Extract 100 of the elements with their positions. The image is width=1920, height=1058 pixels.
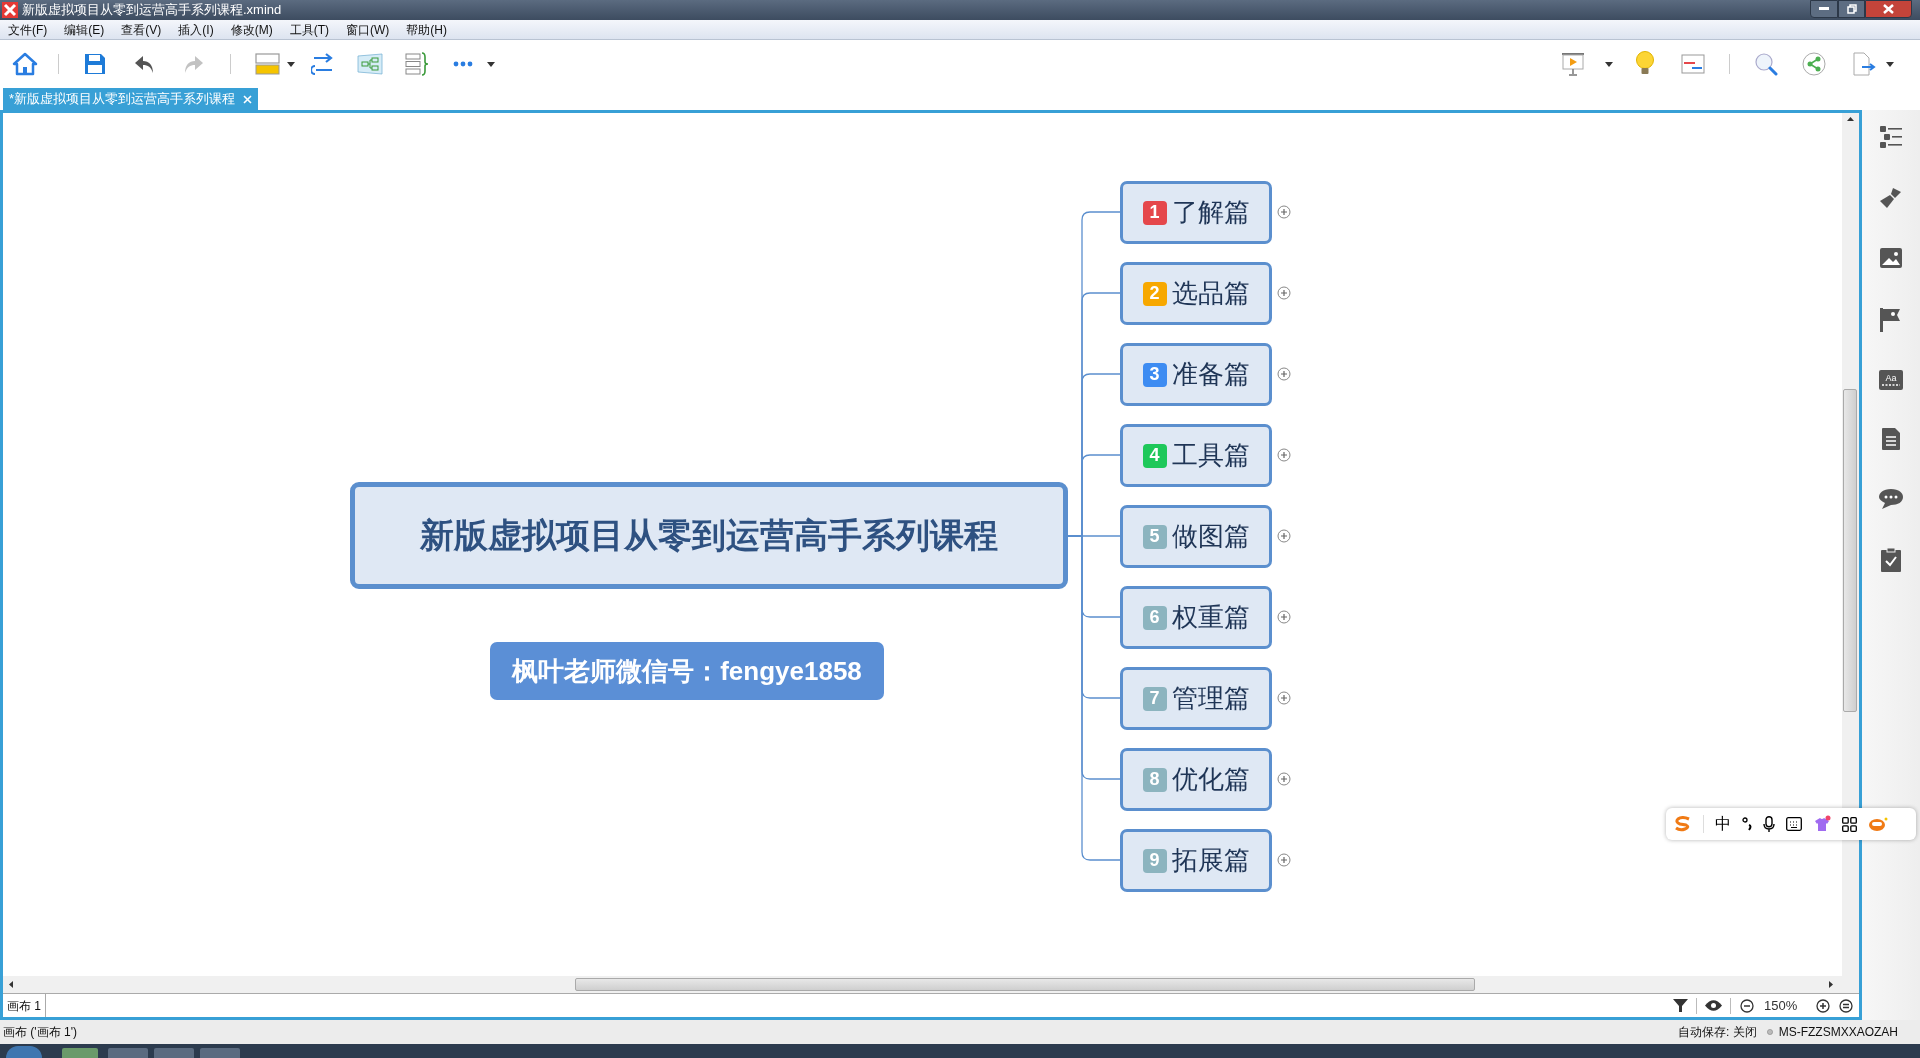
subtopic-node[interactable]: 6 权重篇 — [1120, 586, 1272, 649]
outline-list-icon[interactable] — [1880, 126, 1902, 148]
summary-icon[interactable] — [405, 52, 429, 76]
home-icon[interactable] — [12, 52, 38, 76]
keyboard-icon[interactable] — [1786, 817, 1802, 831]
priority-marker: 9 — [1142, 848, 1167, 873]
horizontal-scrollbar[interactable] — [3, 976, 1859, 993]
subtopic-node[interactable]: 1 了解篇 — [1120, 181, 1272, 244]
expand-icon[interactable] — [1277, 367, 1291, 381]
topic-label: 拓展篇 — [1171, 844, 1250, 877]
share-icon[interactable] — [1802, 52, 1826, 76]
caret-icon[interactable] — [487, 61, 495, 67]
more-icon[interactable] — [453, 61, 473, 67]
clipboard-check-icon[interactable] — [1881, 548, 1901, 572]
text-style-icon[interactable]: Aa — [1879, 370, 1903, 390]
menu-item[interactable]: 编辑(E) — [59, 20, 110, 39]
autosave-status: 自动保存: 关闭 — [1678, 1024, 1757, 1041]
menu-item[interactable]: 修改(M) — [225, 20, 278, 39]
subtopic-node[interactable]: 5 做图篇 — [1120, 505, 1272, 568]
menu-item[interactable]: 查看(V) — [116, 20, 167, 39]
scrollbar-thumb[interactable] — [1843, 389, 1857, 712]
subtopic-node[interactable]: 4 工具篇 — [1120, 424, 1272, 487]
close-icon — [1883, 4, 1894, 14]
priority-marker: 3 — [1142, 362, 1167, 387]
undo-icon[interactable] — [134, 53, 156, 75]
start-button[interactable] — [6, 1046, 42, 1058]
topic-label: 优化篇 — [1171, 763, 1250, 796]
scroll-right-icon[interactable] — [1829, 981, 1833, 988]
restore-icon — [1846, 4, 1857, 14]
priority-marker: 2 — [1142, 281, 1167, 306]
fit-icon[interactable] — [1839, 998, 1853, 1013]
topic-label: 选品篇 — [1171, 277, 1250, 310]
filter-icon[interactable] — [1673, 998, 1688, 1013]
subtopic-node[interactable]: 7 管理篇 — [1120, 667, 1272, 730]
scrollbar-thumb[interactable] — [575, 978, 1475, 991]
caret-icon[interactable] — [1886, 61, 1894, 67]
eye-icon[interactable] — [1705, 1000, 1722, 1011]
minimize-icon — [1819, 7, 1829, 11]
priority-marker: 4 — [1142, 443, 1167, 468]
menu-item[interactable]: 窗口(W) — [341, 20, 395, 39]
punctuation-icon[interactable] — [1742, 817, 1752, 831]
notes-icon[interactable] — [1882, 428, 1900, 450]
expand-icon[interactable] — [1277, 529, 1291, 543]
topic-icon[interactable] — [255, 53, 281, 75]
vertical-scrollbar[interactable] — [1842, 113, 1859, 976]
expand-icon[interactable] — [1277, 286, 1291, 300]
expand-icon[interactable] — [1277, 610, 1291, 624]
minimize-button[interactable] — [1810, 0, 1838, 18]
paintbrush-icon[interactable] — [1879, 186, 1903, 210]
outline-icon[interactable] — [1681, 54, 1705, 74]
expand-icon[interactable] — [1277, 853, 1291, 867]
subtopic-node[interactable]: 9 拓展篇 — [1120, 829, 1272, 892]
menu-item[interactable]: 帮助(H) — [401, 20, 452, 39]
caret-icon[interactable] — [1605, 61, 1613, 67]
topic-label: 做图篇 — [1171, 520, 1250, 553]
skin-icon[interactable] — [1813, 815, 1831, 833]
scroll-up-icon[interactable] — [1847, 117, 1854, 121]
subtopic-node[interactable]: 8 优化篇 — [1120, 748, 1272, 811]
status-text: 画布 ('画布 1') — [3, 1024, 77, 1041]
comment-icon[interactable] — [1879, 488, 1903, 510]
save-icon[interactable] — [84, 53, 106, 75]
status-dot-icon — [1766, 1029, 1773, 1035]
lightbulb-icon[interactable] — [1635, 51, 1655, 77]
grid-icon[interactable] — [1842, 816, 1857, 832]
topic-label: 工具篇 — [1171, 439, 1250, 472]
window-title: 新版虚拟项目从零到运营高手系列课程.xmind — [22, 1, 282, 20]
expand-icon[interactable] — [1277, 205, 1291, 219]
expand-icon[interactable] — [1277, 691, 1291, 705]
caret-icon[interactable] — [287, 61, 295, 67]
flag-icon[interactable] — [1880, 308, 1902, 332]
relationship-icon[interactable] — [311, 53, 335, 75]
restore-button[interactable] — [1838, 0, 1865, 18]
image-icon[interactable] — [1880, 248, 1902, 270]
topic-label: 权重篇 — [1171, 601, 1250, 634]
expand-icon[interactable] — [1277, 448, 1291, 462]
zoom-in-icon[interactable] — [1816, 998, 1830, 1013]
app-logo-icon — [2, 2, 18, 18]
central-topic[interactable]: 新版虚拟项目从零到运营高手系列课程 — [350, 482, 1068, 589]
scroll-left-icon[interactable] — [9, 981, 13, 988]
close-button[interactable] — [1865, 0, 1912, 18]
structure-icon[interactable] — [357, 53, 383, 75]
ime-logo-icon[interactable] — [1674, 816, 1692, 832]
expand-icon[interactable] — [1277, 772, 1291, 786]
menu-item[interactable]: 文件(F) — [3, 20, 53, 39]
close-icon[interactable] — [243, 94, 253, 104]
zoom-out-icon[interactable] — [1740, 998, 1754, 1013]
presentation-icon[interactable] — [1561, 52, 1585, 76]
topic-label: 管理篇 — [1171, 682, 1250, 715]
computer-name: MS-FZZSMXXAOZAH — [1778, 1024, 1898, 1041]
input-mode-toggle[interactable]: 中 — [1715, 812, 1731, 836]
mascot-icon[interactable] — [1868, 816, 1888, 832]
priority-marker: 1 — [1142, 200, 1167, 225]
priority-marker: 5 — [1142, 524, 1167, 549]
menu-item[interactable]: 工具(T) — [284, 20, 334, 39]
microphone-icon[interactable] — [1763, 815, 1775, 833]
subtopic-node[interactable]: 2 选品篇 — [1120, 262, 1272, 325]
search-icon[interactable] — [1754, 52, 1778, 76]
menu-item[interactable]: 插入(I) — [173, 20, 219, 39]
subtopic-node[interactable]: 3 准备篇 — [1120, 343, 1272, 406]
export-icon[interactable] — [1852, 52, 1876, 76]
